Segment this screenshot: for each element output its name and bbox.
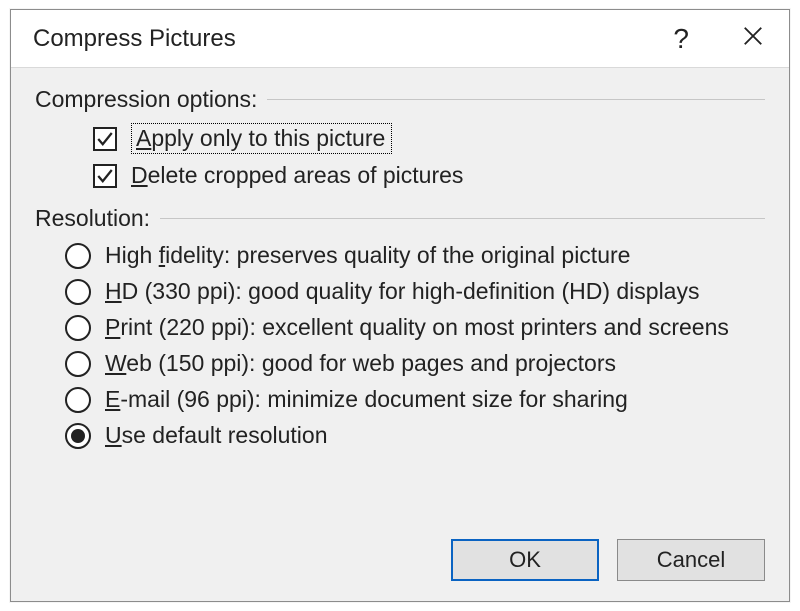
resolution-label: Resolution: [35,205,150,232]
compression-label: Compression options: [35,86,257,113]
compression-group-header: Compression options: [35,86,765,113]
resolution-label-hd-330: HD (330 ppi): good quality for high-defi… [105,278,699,305]
cancel-button[interactable]: Cancel [617,539,765,581]
ok-button[interactable]: OK [451,539,599,581]
resolution-label-high-fidelity: High fidelity: preserves quality of the … [105,242,630,269]
resolution-option-high-fidelity[interactable]: High fidelity: preserves quality of the … [65,242,765,269]
dialog-buttons: OK Cancel [11,529,789,601]
dialog-title: Compress Pictures [33,25,665,53]
checkmark-icon [96,167,114,185]
delete-cropped-checkbox[interactable] [93,164,117,188]
close-button[interactable] [735,21,771,57]
resolution-radio-email-96[interactable] [65,387,91,413]
radio-dot-icon [71,429,85,443]
resolution-options: High fidelity: preserves quality of the … [35,242,765,449]
compression-options: Apply only to this picture Delete croppe… [35,123,765,189]
resolution-option-hd-330[interactable]: HD (330 ppi): good quality for high-defi… [65,278,765,305]
apply-only-label: Apply only to this picture [136,125,385,151]
resolution-radio-print-220[interactable] [65,315,91,341]
resolution-group-header: Resolution: [35,205,765,232]
help-button[interactable]: ? [665,21,697,57]
resolution-label-print-220: Print (220 ppi): excellent quality on mo… [105,314,729,341]
resolution-radio-default[interactable] [65,423,91,449]
resolution-option-default[interactable]: Use default resolution [65,422,765,449]
close-icon [742,25,764,52]
apply-only-checkbox-row[interactable]: Apply only to this picture [93,123,765,154]
divider [267,99,765,100]
resolution-radio-web-150[interactable] [65,351,91,377]
titlebar: Compress Pictures ? [11,10,789,68]
resolution-label-email-96: E-mail (96 ppi): minimize document size … [105,386,628,413]
resolution-label-web-150: Web (150 ppi): good for web pages and pr… [105,350,616,377]
compress-pictures-dialog: Compress Pictures ? Compression options: [10,9,790,602]
apply-only-checkbox[interactable] [93,127,117,151]
divider [160,218,765,219]
delete-cropped-checkbox-row[interactable]: Delete cropped areas of pictures [93,162,765,189]
titlebar-actions: ? [665,21,771,57]
checkmark-icon [96,130,114,148]
resolution-radio-high-fidelity[interactable] [65,243,91,269]
resolution-option-print-220[interactable]: Print (220 ppi): excellent quality on mo… [65,314,765,341]
resolution-option-email-96[interactable]: E-mail (96 ppi): minimize document size … [65,386,765,413]
resolution-option-web-150[interactable]: Web (150 ppi): good for web pages and pr… [65,350,765,377]
resolution-label-default: Use default resolution [105,422,327,449]
delete-cropped-label: Delete cropped areas of pictures [131,162,463,189]
dialog-content: Compression options: Apply only to this … [11,68,789,529]
resolution-radio-hd-330[interactable] [65,279,91,305]
